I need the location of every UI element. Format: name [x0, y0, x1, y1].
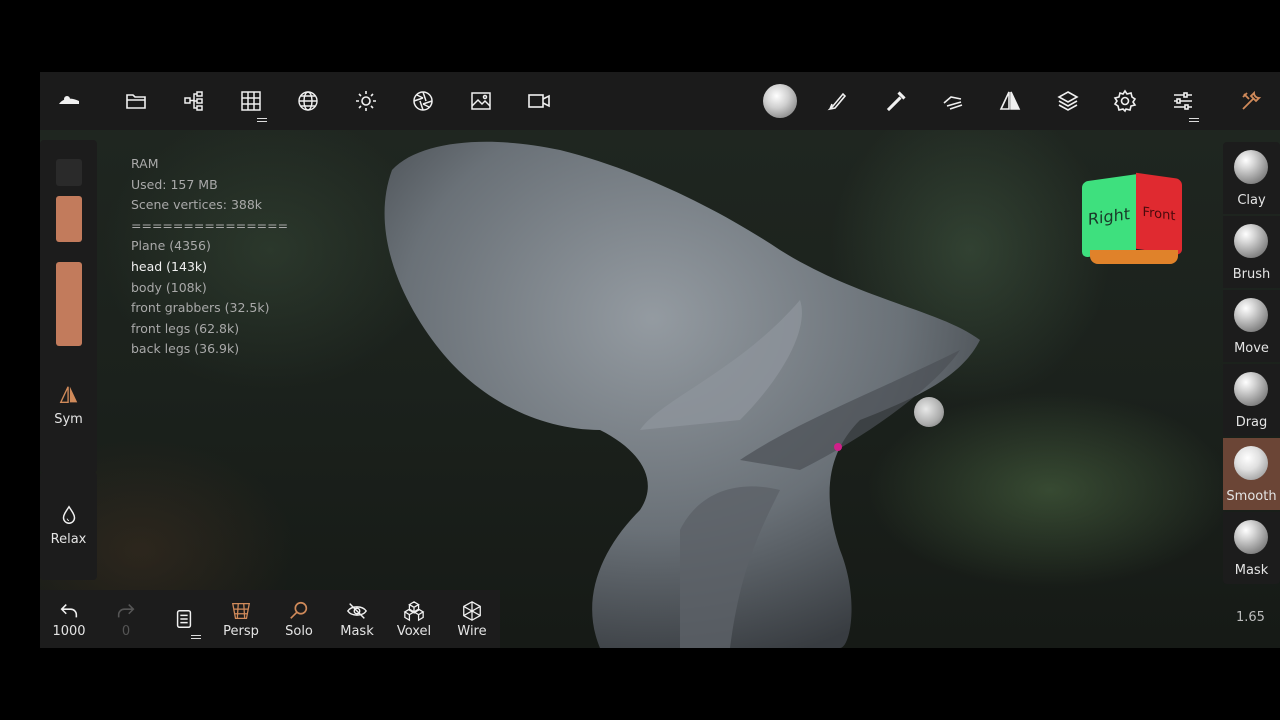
- object-item[interactable]: back legs (36.9k): [131, 339, 288, 360]
- history-button[interactable]: [159, 594, 209, 644]
- tool-move[interactable]: Move: [1223, 290, 1280, 362]
- sym-label: Sym: [54, 412, 83, 427]
- eye-off-icon: [346, 603, 368, 619]
- symmetry-icon: [59, 386, 77, 404]
- redo-button[interactable]: 0: [101, 594, 151, 644]
- clay-icon: [1234, 150, 1268, 184]
- radius-slider[interactable]: [56, 196, 82, 242]
- nomad-sculpt-app: Sym Relax RAM Used: 157 MB Scene vertice…: [40, 72, 1280, 648]
- app-logo-icon[interactable]: [51, 83, 87, 119]
- view-cube-right[interactable]: Right: [1088, 204, 1130, 229]
- tool-strip: Clay Brush Move Drag Smooth Mask: [1223, 142, 1280, 648]
- relax-panel: Relax: [40, 472, 97, 580]
- tool-brush[interactable]: Brush: [1223, 216, 1280, 288]
- object-item[interactable]: front grabbers (32.5k): [131, 298, 288, 319]
- smooth-icon: [1234, 446, 1268, 480]
- voxel-button[interactable]: Voxel: [389, 594, 439, 644]
- intensity-slider[interactable]: [56, 262, 82, 346]
- zoom-value: 1.65: [1236, 610, 1265, 625]
- mask-visibility-button[interactable]: Mask: [332, 594, 382, 644]
- droplet-icon: [62, 505, 75, 524]
- top-toolbar: [40, 72, 1280, 130]
- drag-icon: [1234, 372, 1268, 406]
- brush-icon[interactable]: [820, 83, 856, 119]
- move-icon: [1234, 298, 1268, 332]
- undo-icon: [60, 604, 78, 618]
- undo-button[interactable]: 1000: [44, 594, 94, 644]
- pivot-dot: [834, 443, 842, 451]
- bottom-toolbar: 1000 0 Persp Solo Mask Voxel Wire: [40, 590, 500, 648]
- tool-smooth[interactable]: Smooth: [1223, 438, 1280, 510]
- grid-icon[interactable]: [233, 83, 269, 119]
- relax-button[interactable]: Relax: [40, 500, 97, 564]
- wire-button[interactable]: Wire: [447, 594, 497, 644]
- symmetry-icon[interactable]: [992, 83, 1028, 119]
- object-item[interactable]: front legs (62.8k): [131, 319, 288, 340]
- object-item-active[interactable]: head (143k): [131, 257, 288, 278]
- object-item[interactable]: Plane (4356): [131, 236, 288, 257]
- tool-mask[interactable]: Mask: [1223, 512, 1280, 584]
- view-cube[interactable]: Right Front: [1082, 172, 1184, 268]
- brush-cursor: [914, 397, 944, 427]
- redo-icon: [117, 604, 135, 618]
- relax-label: Relax: [50, 532, 87, 547]
- sphere-icon[interactable]: [290, 83, 326, 119]
- brush-tool-icon: [1234, 224, 1268, 258]
- mask-icon: [1234, 520, 1268, 554]
- image-icon[interactable]: [463, 83, 499, 119]
- document-icon: [176, 610, 192, 628]
- sym-toggle[interactable]: Sym: [40, 380, 97, 440]
- magnifier-icon: [290, 601, 308, 619]
- sliders-icon[interactable]: [1165, 83, 1201, 119]
- layers-icon[interactable]: [1050, 83, 1086, 119]
- persp-button[interactable]: Persp: [216, 594, 266, 644]
- view-cube-front[interactable]: Front: [1143, 204, 1176, 224]
- camera-icon[interactable]: [521, 83, 557, 119]
- dropper-icon[interactable]: [878, 83, 914, 119]
- perspective-icon: [231, 603, 251, 619]
- scene-vertices: Scene vertices: 388k: [131, 197, 263, 213]
- ram-used: Used: 157 MB: [131, 176, 218, 192]
- hand-icon[interactable]: [935, 83, 971, 119]
- voxel-icon: [403, 601, 425, 622]
- ram-label: RAM: [131, 156, 159, 171]
- scene-tree-icon[interactable]: [176, 83, 212, 119]
- wireframe-icon: [463, 601, 481, 621]
- scene-stats: RAM Used: 157 MB Scene vertices: 388k ==…: [131, 154, 288, 360]
- sun-icon[interactable]: [348, 83, 384, 119]
- tool-drag[interactable]: Drag: [1223, 364, 1280, 436]
- radius-slider-track[interactable]: [56, 159, 82, 186]
- tool-clay[interactable]: Clay: [1223, 142, 1280, 214]
- left-slider-panel: Sym: [40, 140, 97, 473]
- material-ball-icon[interactable]: [762, 83, 798, 119]
- object-item[interactable]: body (108k): [131, 278, 288, 299]
- aperture-icon[interactable]: [405, 83, 441, 119]
- folder-icon[interactable]: [118, 83, 154, 119]
- solo-button[interactable]: Solo: [274, 594, 324, 644]
- stats-separator: ===============: [131, 217, 289, 233]
- settings-icon[interactable]: [1107, 83, 1143, 119]
- tools-icon[interactable]: [1233, 83, 1269, 119]
